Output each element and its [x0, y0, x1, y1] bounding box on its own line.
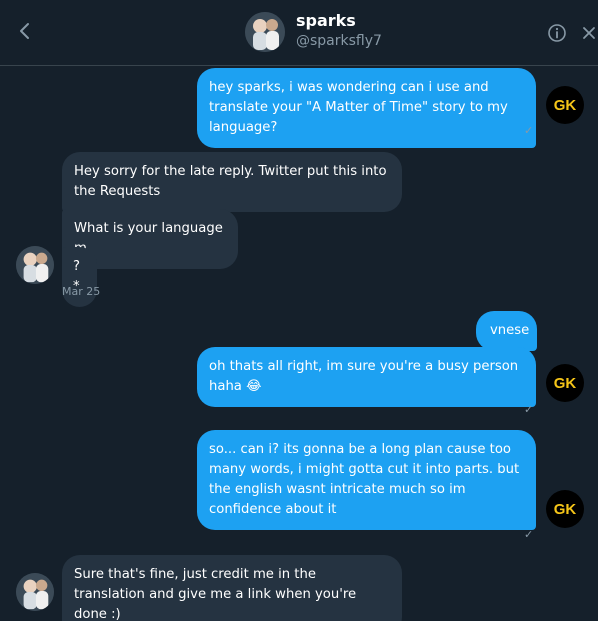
user-avatar[interactable]: GK — [546, 364, 584, 402]
read-receipt-icon: ✓ — [524, 124, 534, 137]
message-bubble-sent[interactable]: hey sparks, i was wondering can i use an… — [197, 68, 536, 148]
contact-name: sparks — [296, 11, 356, 30]
read-receipt-icon: ✓ — [524, 528, 534, 541]
conversation-header: sparks @sparksfly7 — [0, 0, 598, 66]
message-bubble-sent[interactable]: oh thats all right, im sure you're a bus… — [197, 347, 536, 407]
info-icon[interactable] — [547, 23, 567, 43]
user-avatar[interactable]: GK — [546, 490, 584, 528]
header-avatar[interactable] — [245, 12, 285, 52]
message-bubble-sent[interactable]: so... can i? its gonna be a long plan ca… — [197, 430, 536, 530]
message-bubble-received[interactable]: Hey sorry for the late reply. Twitter pu… — [62, 152, 402, 212]
message-timestamp: Mar 25 — [62, 285, 101, 298]
read-receipt-icon: ✓ — [524, 403, 534, 416]
contact-avatar[interactable] — [16, 573, 54, 611]
message-bubble-received[interactable]: ?* — [62, 247, 97, 307]
back-arrow-icon[interactable] — [14, 20, 36, 42]
user-avatar[interactable]: GK — [546, 86, 584, 124]
contact-avatar[interactable] — [16, 246, 54, 284]
contact-handle: @sparksfly7 — [296, 33, 382, 49]
close-icon[interactable] — [581, 25, 597, 41]
message-bubble-received[interactable]: Sure that's fine, just credit me in the … — [62, 555, 402, 621]
message-bubble-sent[interactable]: vnese — [476, 311, 537, 351]
